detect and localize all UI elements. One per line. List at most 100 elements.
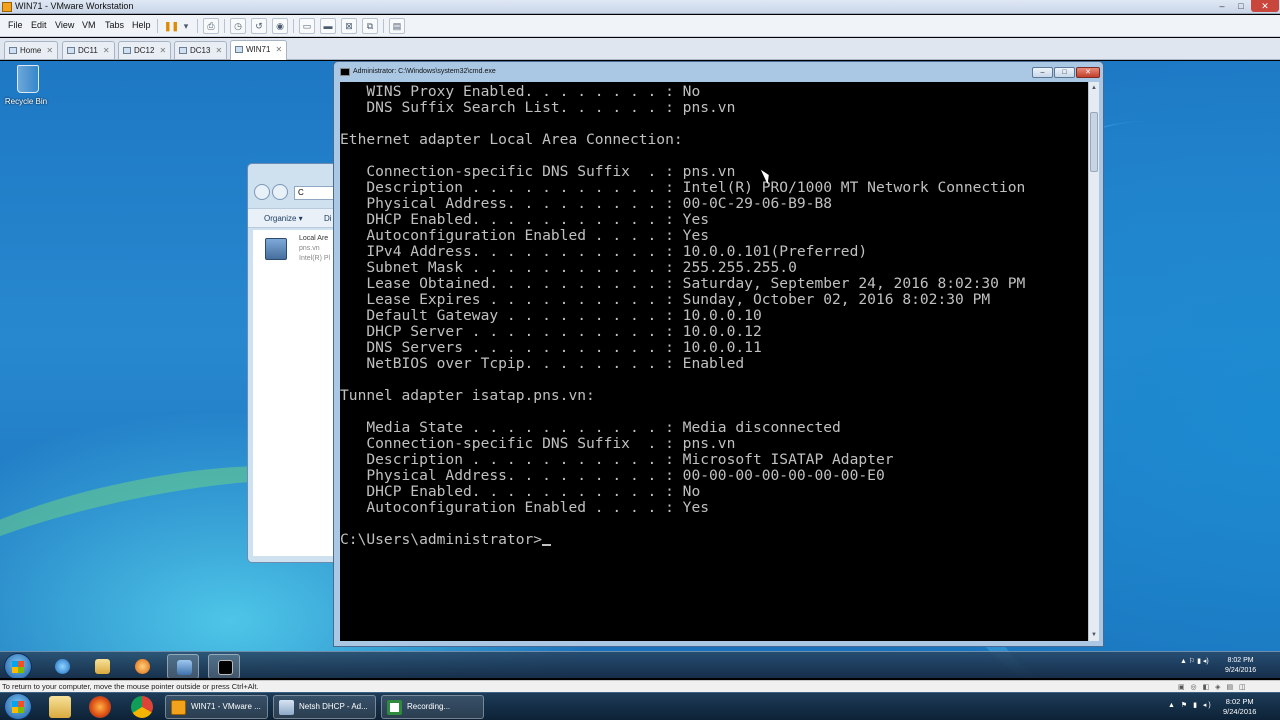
recycle-bin-shortcut[interactable]: Recycle Bin [5,65,48,106]
tab-dc12[interactable]: DC12 ✕ [118,41,172,59]
file-explorer-icon[interactable] [49,696,71,718]
console-output[interactable]: WINS Proxy Enabled. . . . . . . . : No D… [340,82,1088,641]
tab-home[interactable]: Home ✕ [4,41,59,59]
close-icon[interactable]: ✕ [215,46,222,55]
host-maximize-button[interactable]: □ [1232,0,1250,12]
network-connections-window[interactable]: C Organize ▾ Di Local Are pns.vn Intel(R… [247,163,354,563]
cmd-titlebar[interactable]: Administrator: C:\Windows\system32\cmd.e… [334,62,1103,82]
console-line: Default Gateway . . . . . . . . . : 10.0… [340,307,762,324]
toolbar-separator [157,19,158,33]
toolbar-separator [224,19,225,33]
cmd-close-button[interactable]: ✕ [1076,67,1100,78]
connection-adapter: Intel(R) Pl [299,255,331,262]
console-line: Autoconfiguration Enabled . . . . : Yes [340,499,710,516]
file-explorer-icon[interactable] [86,654,118,678]
connection-domain: pns.vn [299,245,320,252]
cmd-scrollbar[interactable]: ▲ ▼ [1088,82,1099,641]
connection-name: Local Are [299,235,329,242]
vm-icon [179,47,187,54]
menu-vm[interactable]: VM [82,20,96,30]
host-minimize-button[interactable]: – [1213,0,1231,12]
snapshot-manager-icon[interactable]: ◉ [272,18,288,34]
chrome-icon[interactable] [131,696,153,718]
vm-icon [235,46,243,53]
close-icon[interactable]: ✕ [46,46,53,55]
guest-system-tray[interactable]: ▲ ⚐ ▮ ◂) [1180,657,1209,665]
vmware-app-icon [2,2,12,12]
toolbar-separator [383,19,384,33]
host-system-tray[interactable]: ▲ ⚑ ▮ ◂) [1168,701,1213,709]
menu-view[interactable]: View [55,20,74,30]
scroll-thumb[interactable] [1090,112,1098,172]
unity-icon[interactable]: ▬ [320,18,336,34]
menu-file[interactable]: File [8,20,23,30]
snapshot-icon[interactable]: ◷ [230,18,246,34]
close-icon[interactable]: ✕ [103,46,110,55]
library-icon[interactable]: ▤ [389,18,405,34]
internet-explorer-icon[interactable] [46,654,78,678]
close-icon[interactable]: ✕ [159,46,166,55]
organize-button[interactable]: Organize ▾ [264,214,303,223]
command-bar-button[interactable]: Di [324,214,332,223]
host-close-button[interactable]: ✕ [1251,0,1279,12]
console-line: Description . . . . . . . . . . . : Micr… [340,451,894,468]
host-taskbar: WIN71 - VMware ... Netsh DHCP - Ad... Re… [0,692,1280,720]
guest-start-button[interactable] [4,653,32,678]
tab-win71[interactable]: WIN71 ✕ [230,40,288,60]
tab-dc11[interactable]: DC11 ✕ [62,41,115,59]
pause-icon[interactable]: ❚❚ [163,18,179,34]
recycle-bin-label: Recycle Bin [4,97,48,106]
recycle-bin-icon [17,65,39,93]
scroll-up-icon[interactable]: ▲ [1089,82,1099,94]
close-icon[interactable]: ✕ [275,45,282,54]
console-line: DNS Servers . . . . . . . . . . . : 10.0… [340,339,762,356]
host-clock-time: 8:02 PM [1225,697,1254,706]
scroll-down-icon[interactable]: ▼ [1089,629,1099,641]
console-line: WINS Proxy Enabled. . . . . . . . : No [340,83,701,100]
console-line: Media State . . . . . . . . . . . : Medi… [340,419,841,436]
camtasia-icon [387,700,402,715]
media-player-icon[interactable] [126,654,158,678]
console-line: Connection-specific DNS Suffix . : pns.v… [340,163,736,180]
fullscreen-icon[interactable]: ▭ [299,18,315,34]
taskbar-window-label: Recording... [407,702,451,711]
taskbar-window-document[interactable]: Netsh DHCP - Ad... [273,695,376,719]
cmd-minimize-button[interactable]: – [1032,67,1053,78]
host-start-button[interactable] [4,693,32,720]
explorer-nav [254,184,290,204]
console-line: Ethernet adapter Local Area Connection: [340,131,683,148]
host-clock[interactable]: 8:02 PM 9/24/2016 [1223,697,1256,717]
taskbar-window-recording[interactable]: Recording... [381,695,484,719]
menu-edit[interactable]: Edit [31,20,47,30]
tab-dc13[interactable]: DC13 ✕ [174,41,228,59]
tab-label: DC11 [78,46,98,55]
connection-item[interactable]: Local Are pns.vn Intel(R) Pl [299,234,330,264]
tab-label: WIN71 [246,45,271,54]
menu-help[interactable]: Help [132,20,151,30]
guest-clock[interactable]: 8:02 PM 9/24/2016 [1225,656,1256,676]
send-ctrl-alt-del-icon[interactable]: ⎙ [203,18,219,34]
thumbnail-icon[interactable]: ⧉ [362,18,378,34]
command-prompt-icon[interactable] [208,654,240,678]
command-prompt-line[interactable]: C:\Users\administrator> [340,532,1025,548]
device-status-icons[interactable]: ▣ ◎ ◧ ◈ ▤ ◫ [1178,683,1248,691]
forward-button[interactable] [272,184,288,200]
network-connections-icon[interactable] [167,654,199,678]
back-button[interactable] [254,184,270,200]
console-view-icon[interactable]: ⊠ [341,18,357,34]
menu-tabs[interactable]: Tabs [105,20,124,30]
host-clock-date: 9/24/2016 [1223,707,1257,716]
cmd-maximize-button[interactable]: □ [1054,67,1075,78]
host-tabbar: Home ✕ DC11 ✕ DC12 ✕ DC13 ✕ WIN71 ✕ [0,38,1280,60]
console-line: DHCP Enabled. . . . . . . . . . . : Yes [340,211,710,228]
revert-snapshot-icon[interactable]: ↺ [251,18,267,34]
console-line: Lease Obtained. . . . . . . . . . : Satu… [340,275,1026,292]
dropdown-arrow-icon[interactable]: ▾ [178,18,194,34]
console-line: Tunnel adapter isatap.pns.vn: [340,387,595,404]
firefox-icon[interactable] [89,696,111,718]
cmd-window[interactable]: Administrator: C:\Windows\system32\cmd.e… [333,61,1104,647]
taskbar-window-vmware[interactable]: WIN71 - VMware ... [165,695,268,719]
